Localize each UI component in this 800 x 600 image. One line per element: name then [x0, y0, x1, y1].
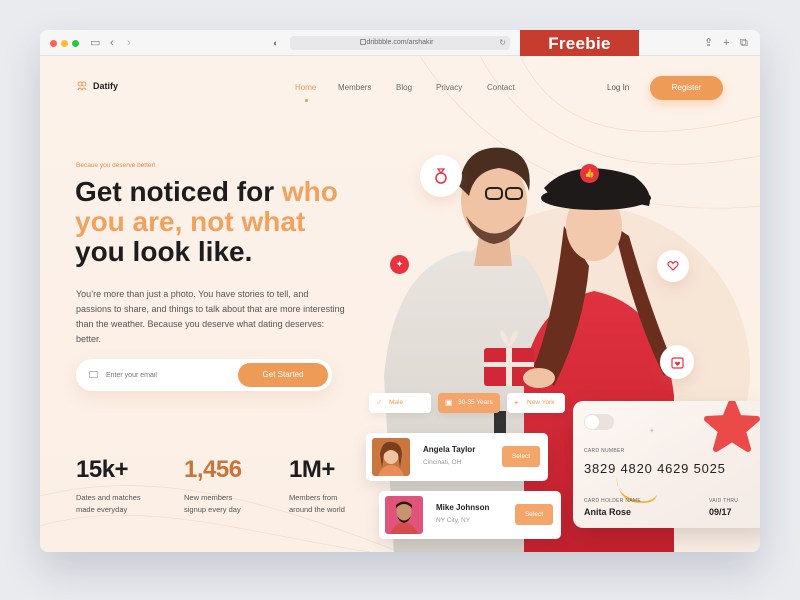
- sparkle-icon: ✦: [759, 461, 760, 468]
- profile-card[interactable]: Angela Taylor Cincinati, OH Select: [366, 433, 548, 481]
- filter-age[interactable]: ▣ 30-35 Years: [438, 393, 500, 413]
- profile-name: Mike Johnson: [436, 503, 490, 512]
- tabs-overview-icon[interactable]: ⧉: [740, 36, 748, 50]
- lock-icon: [360, 39, 366, 45]
- nav-members[interactable]: Members: [338, 83, 371, 92]
- register-button[interactable]: Register: [650, 76, 723, 100]
- cheers-icon: ✦: [395, 259, 404, 269]
- brand-name: Datify: [93, 81, 119, 91]
- close-window-button[interactable]: [50, 40, 57, 47]
- shield-icon[interactable]: ◐: [273, 36, 278, 50]
- nav-privacy[interactable]: Privacy: [436, 83, 462, 92]
- headline-accent-2: not what: [190, 206, 306, 237]
- stat-value: 15k+: [76, 456, 129, 483]
- filter-location[interactable]: ⌖ New York: [507, 393, 565, 413]
- filter-gender[interactable]: ♂ Male: [369, 393, 431, 413]
- minimize-window-button[interactable]: [61, 40, 68, 47]
- filter-label: 30-35 Years: [458, 399, 493, 406]
- filter-label: Male: [389, 399, 404, 406]
- star-icon: [704, 401, 760, 452]
- profile-location: Cincinati, OH: [423, 459, 462, 466]
- email-input[interactable]: [106, 368, 226, 382]
- ring-badge[interactable]: [420, 155, 462, 197]
- heart-badge[interactable]: [657, 250, 689, 282]
- avatar: [385, 496, 423, 534]
- stat-matches: 15k+ Dates and matches made everyday: [76, 456, 156, 516]
- stat-label: Members from around the world: [289, 493, 345, 514]
- headline-part-2: you look like.: [75, 236, 253, 267]
- reload-icon[interactable]: ↻: [499, 36, 506, 50]
- maximize-window-button[interactable]: [72, 40, 79, 47]
- card-number: 3829 4820 4629 5025: [584, 461, 726, 476]
- thumbs-up-icon: 👍: [584, 169, 595, 178]
- male-icon: ♂: [376, 398, 382, 407]
- mail-icon: [89, 371, 98, 378]
- card-valid-label: VAID THRU: [709, 498, 739, 504]
- stat-value: 1,456: [184, 456, 242, 483]
- brand-logo[interactable]: Datify: [77, 81, 118, 91]
- hero-paragraph: You’re more than just a photo. You have …: [76, 289, 345, 344]
- headline-part-1: Get noticed for: [75, 176, 282, 207]
- stat-members-world: 1M+ Members from around the world: [289, 456, 359, 516]
- nav-contact[interactable]: Contact: [487, 83, 515, 92]
- card-toggle[interactable]: [584, 414, 614, 430]
- card-holder: Anita Rose: [584, 507, 632, 517]
- sparkle-icon: ✦: [649, 428, 655, 435]
- stat-label: Dates and matches made everyday: [76, 493, 141, 514]
- nav-blog[interactable]: Blog: [396, 83, 412, 92]
- nav-active-indicator: [305, 99, 308, 102]
- calendar-heart-icon: [670, 356, 684, 369]
- people-icon: [77, 81, 87, 91]
- profile-location: NY City, NY: [436, 517, 471, 524]
- landing-page: Datify Home Members Blog Privacy Contact…: [40, 56, 760, 552]
- share-icon[interactable]: ⇪: [704, 36, 713, 50]
- calendar-icon: ▣: [445, 398, 453, 407]
- stat-label: New members signup every day: [184, 493, 241, 514]
- hero-headline: Get noticed for who you are, not what you…: [75, 177, 375, 267]
- select-button[interactable]: Select: [515, 504, 553, 525]
- browser-toolbar: ▭ ‹ › ◐ dribbble.com/arshakir ↻ Freebie …: [40, 30, 760, 57]
- nav-home[interactable]: Home: [295, 83, 316, 92]
- new-tab-icon[interactable]: +: [723, 36, 729, 50]
- avatar: [372, 438, 410, 476]
- sidebar-icon[interactable]: ▭: [90, 36, 100, 50]
- email-signup-form: Get Started: [76, 359, 332, 391]
- login-link[interactable]: Log In: [607, 83, 629, 92]
- freebie-banner: Freebie: [520, 30, 639, 57]
- credit-card: ✦ ✦ CARD NUMBER 3829 4820 4629 5025 CARD…: [573, 401, 760, 528]
- card-holder-label: CARD HOLDER NAME: [584, 498, 642, 504]
- stat-new-members: 1,456 New members signup every day: [184, 456, 254, 516]
- date-badge[interactable]: [660, 345, 694, 379]
- location-pin-icon: ⌖: [514, 398, 519, 407]
- like-badge[interactable]: 👍: [580, 164, 599, 183]
- profile-card[interactable]: Mike Johnson NY City, NY Select: [379, 491, 561, 539]
- heart-icon: [667, 261, 679, 271]
- url-text: dribbble.com/arshakir: [366, 39, 434, 46]
- ring-icon: [435, 168, 447, 184]
- back-icon[interactable]: ‹: [110, 36, 114, 50]
- select-button[interactable]: Select: [502, 446, 540, 467]
- get-started-button[interactable]: Get Started: [238, 363, 328, 387]
- filter-label: New York: [527, 399, 555, 406]
- profile-name: Angela Taylor: [423, 445, 476, 454]
- cheers-badge[interactable]: ✦: [390, 255, 409, 274]
- address-bar[interactable]: dribbble.com/arshakir ↻: [290, 36, 510, 50]
- browser-window: ▭ ‹ › ◐ dribbble.com/arshakir ↻ Freebie …: [40, 30, 760, 552]
- stat-value: 1M+: [289, 456, 335, 483]
- forward-icon[interactable]: ›: [127, 36, 131, 50]
- card-number-label: CARD NUMBER: [584, 448, 625, 454]
- card-valid-thru: 09/17: [709, 507, 732, 517]
- hero-eyebrow: Becaue you deserve better!: [76, 162, 156, 169]
